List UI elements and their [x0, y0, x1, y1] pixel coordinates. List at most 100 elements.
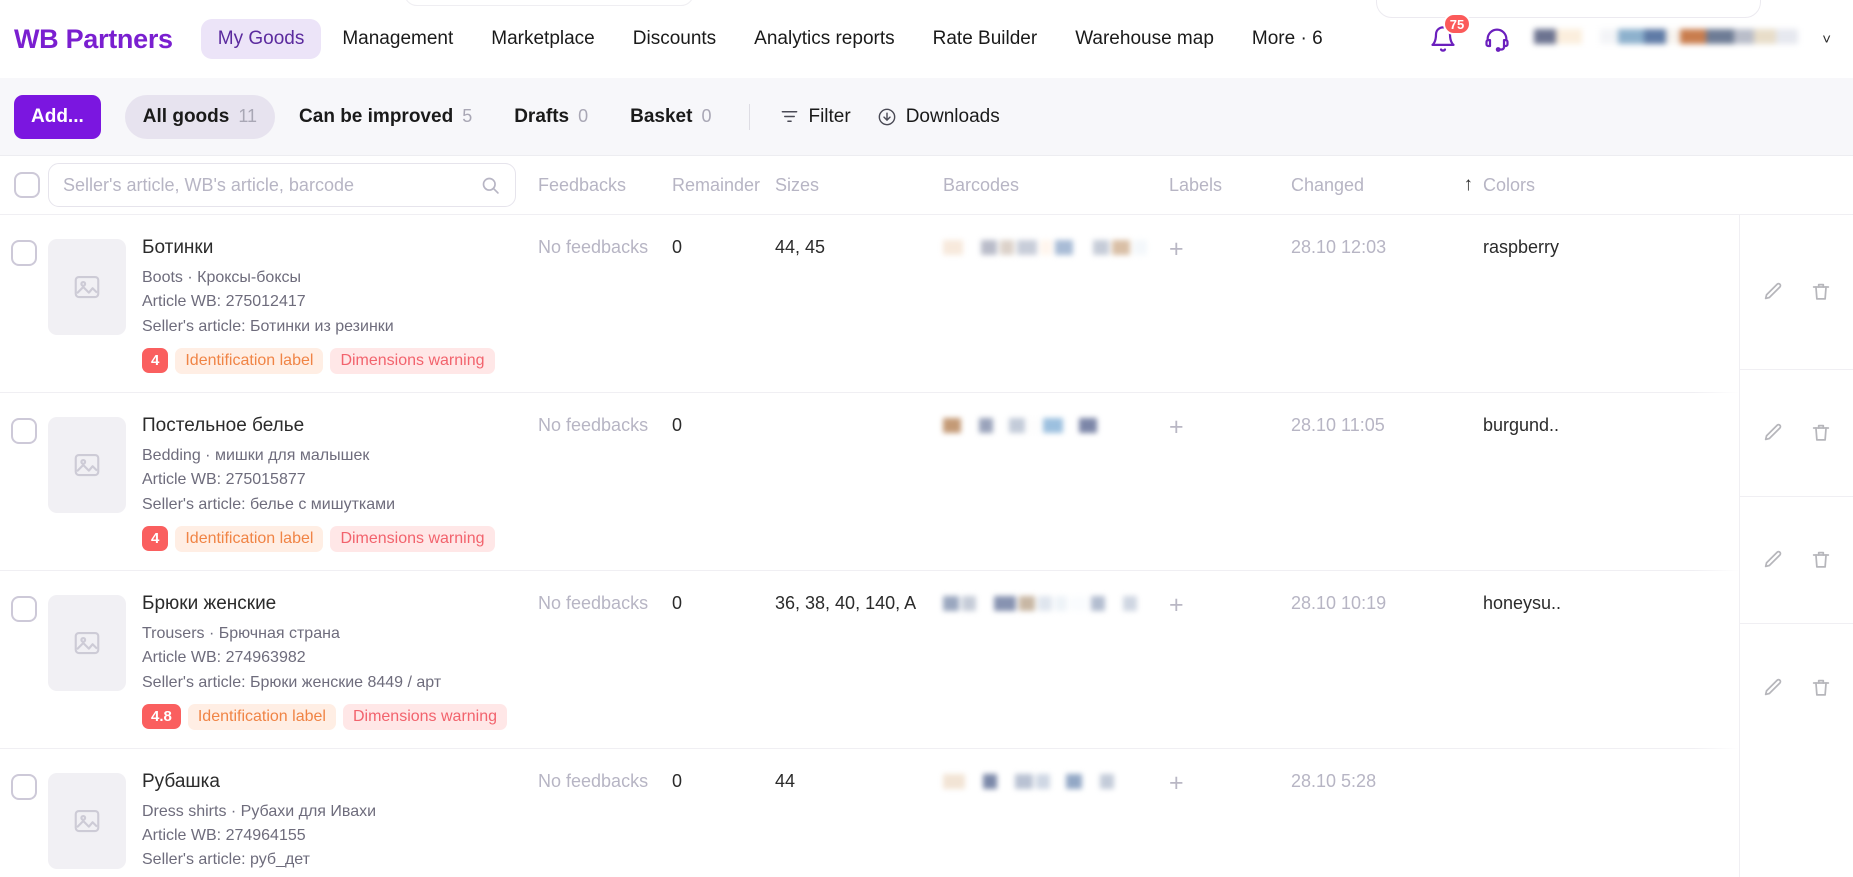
add-label-button[interactable]: + — [1169, 235, 1184, 263]
nav-item-my-goods[interactable]: My Goods — [200, 19, 322, 59]
support-button[interactable] — [1480, 22, 1514, 56]
remainder-cell: 0 — [672, 237, 683, 257]
tab-basket-count: 0 — [701, 105, 712, 126]
column-header-labels[interactable]: Labels — [1169, 175, 1291, 196]
select-all-checkbox[interactable] — [14, 172, 40, 198]
pencil-icon[interactable] — [1762, 422, 1784, 444]
nav-item-rate-builder[interactable]: Rate Builder — [916, 19, 1055, 59]
product-cell: Ботинки Boots · Кроксы-боксы Article WB:… — [48, 215, 538, 392]
feedbacks-cell: No feedbacks — [538, 770, 649, 791]
add-label-button[interactable]: + — [1169, 413, 1184, 441]
product-cell: Рубашка Dress shirts · Рубахи для Ивахи … — [48, 749, 538, 877]
account-chevron-down-icon[interactable]: ˅ — [1822, 31, 1831, 48]
barcodes-masked — [943, 593, 1169, 611]
row-checkbox[interactable] — [11, 417, 37, 444]
dimensions-warning-chip[interactable]: Dimensions warning — [330, 525, 495, 552]
feedbacks-cell: No feedbacks — [538, 592, 649, 613]
tab-can-be-improved[interactable]: Can be improved 5 — [281, 95, 490, 139]
main-nav: My Goods Management Marketplace Discount… — [200, 19, 1340, 59]
rating-badge: 4.8 — [142, 704, 181, 730]
pencil-icon[interactable] — [1762, 549, 1784, 571]
product-info: Постельное белье Bedding · мишки для мал… — [142, 415, 495, 552]
column-header-feedbacks[interactable]: Feedbacks — [538, 175, 672, 196]
downloads-button[interactable]: Downloads — [867, 97, 1010, 137]
product-title[interactable]: Рубашка — [142, 771, 524, 793]
column-header-changed-label: Changed — [1291, 174, 1365, 195]
add-label-button[interactable]: + — [1169, 769, 1184, 797]
column-header-barcodes[interactable]: Barcodes — [943, 175, 1169, 196]
nav-item-analytics-reports[interactable]: Analytics reports — [737, 19, 911, 59]
dimensions-warning-chip[interactable]: Dimensions warning — [342, 703, 508, 730]
table-row[interactable]: Ботинки Boots · Кроксы-боксы Article WB:… — [0, 215, 1853, 393]
nav-item-discounts[interactable]: Discounts — [616, 19, 733, 59]
product-thumbnail[interactable] — [48, 239, 126, 335]
column-header-remainder[interactable]: Remainder — [672, 175, 775, 196]
product-thumbnail[interactable] — [48, 416, 126, 513]
product-thumbnail[interactable] — [48, 594, 126, 691]
search-cell — [48, 163, 538, 207]
header-actions: 75 ˅ — [1426, 13, 1831, 56]
add-label-button[interactable]: + — [1169, 591, 1184, 619]
row-checkbox[interactable] — [11, 240, 37, 266]
brand-logo[interactable]: WB Partners — [14, 24, 173, 55]
product-title[interactable]: Брюки женские — [142, 593, 507, 615]
sizes-cell: 36, 38, 40, 140, A — [775, 592, 917, 613]
table-row[interactable]: Брюки женские Trousers · Брючная страна … — [0, 571, 1853, 749]
trash-icon[interactable] — [1810, 281, 1832, 303]
labels-cell: + — [1169, 571, 1291, 636]
trash-icon[interactable] — [1810, 549, 1832, 571]
nav-item-management[interactable]: Management — [325, 19, 470, 59]
filter-button[interactable]: Filter — [770, 97, 860, 137]
product-cell: Брюки женские Trousers · Брючная страна … — [48, 571, 538, 748]
dimensions-warning-chip[interactable]: Dimensions warning — [330, 347, 495, 374]
account-name-masked[interactable] — [1534, 29, 1799, 49]
tab-all-goods[interactable]: All goods 11 — [124, 94, 276, 139]
identification-label-chip[interactable]: Identification label — [175, 525, 324, 552]
row-select-cell — [0, 571, 48, 640]
trash-icon[interactable] — [1810, 422, 1832, 444]
tab-basket[interactable]: Basket 0 — [612, 95, 729, 139]
tab-drafts[interactable]: Drafts 0 — [496, 95, 606, 139]
sizes-cell — [775, 393, 943, 433]
notifications-button[interactable]: 75 — [1426, 13, 1472, 56]
product-title[interactable]: Ботинки — [142, 237, 495, 259]
pencil-icon[interactable] — [1762, 677, 1784, 699]
product-badges: 4 Identification label Dimensions warnin… — [142, 347, 495, 374]
add-button[interactable]: Add... — [14, 94, 101, 139]
identification-label-chip[interactable]: Identification label — [175, 347, 324, 374]
remainder-cell: 0 — [672, 592, 683, 613]
column-header-sizes[interactable]: Sizes — [775, 175, 943, 196]
nav-item-marketplace[interactable]: Marketplace — [474, 19, 612, 59]
goods-table-scroll[interactable]: Feedbacks Remainder Sizes Barcodes Label… — [0, 156, 1853, 877]
trash-icon[interactable] — [1810, 677, 1832, 699]
changed-cell: 28.10 5:28 — [1291, 770, 1377, 791]
search-input[interactable] — [63, 174, 480, 196]
product-title[interactable]: Постельное белье — [142, 415, 495, 437]
search-box[interactable] — [48, 163, 516, 207]
image-placeholder-icon — [74, 275, 100, 299]
product-thumbnail[interactable] — [48, 772, 126, 869]
column-header-colors[interactable]: Colors — [1473, 175, 1623, 196]
row-select-cell — [0, 215, 48, 284]
nav-item-more[interactable]: More · 6 — [1235, 19, 1340, 59]
color-cell: honeysu.. — [1483, 592, 1562, 613]
table-row[interactable]: Рубашка Dress shirts · Рубахи для Ивахи … — [0, 749, 1853, 877]
search-icon[interactable] — [480, 175, 501, 196]
download-circle-icon — [878, 108, 896, 125]
sort-ascending-icon[interactable]: ↑ — [1403, 174, 1474, 196]
pencil-icon[interactable] — [1762, 281, 1784, 303]
goods-toolbar: Add... All goods 11 Can be improved 5 Dr… — [0, 78, 1853, 156]
row-checkbox[interactable] — [11, 595, 37, 622]
remainder-cell: 0 — [672, 770, 683, 791]
nav-item-warehouse-map[interactable]: Warehouse map — [1058, 19, 1231, 59]
color-cell: raspberry — [1483, 237, 1560, 257]
tab-drafts-label: Drafts — [514, 105, 570, 127]
row-checkbox[interactable] — [11, 773, 37, 800]
row-actions — [1740, 497, 1853, 624]
identification-label-chip[interactable]: Identification label — [187, 703, 336, 730]
tab-can-be-improved-label: Can be improved — [299, 105, 454, 127]
notifications-badge: 75 — [1442, 13, 1472, 35]
table-row[interactable]: Постельное белье Bedding · мишки для мал… — [0, 393, 1853, 571]
table-header-row: Feedbacks Remainder Sizes Barcodes Label… — [0, 156, 1853, 215]
labels-cell: + — [1169, 393, 1291, 458]
